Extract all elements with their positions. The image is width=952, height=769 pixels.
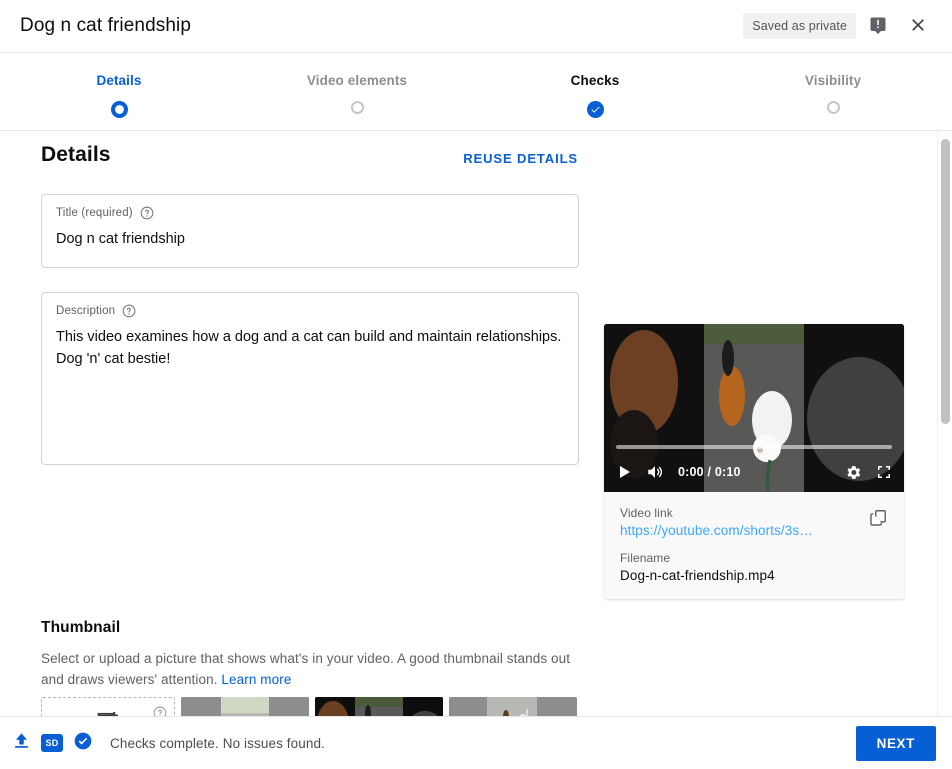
step-label-checks: Checks xyxy=(570,73,620,88)
help-circle-icon[interactable] xyxy=(153,706,167,716)
video-link-label: Video link xyxy=(620,506,673,520)
details-heading: Details xyxy=(41,143,111,166)
copy-link-button[interactable] xyxy=(862,504,894,536)
header-actions: Saved as private xyxy=(743,8,936,44)
thumbnail-option-2[interactable] xyxy=(315,697,443,716)
close-button[interactable] xyxy=(900,8,936,44)
gear-icon[interactable] xyxy=(845,464,862,481)
dialog-footer: SD Checks complete. No issues found. NEX… xyxy=(0,716,952,769)
video-player[interactable]: 0:00 / 0:10 xyxy=(604,324,904,492)
feedback-button[interactable] xyxy=(860,8,896,44)
step-visibility[interactable]: Visibility xyxy=(714,73,952,118)
upload-arrow-icon xyxy=(12,731,31,755)
details-panel: Details REUSE DETAILS Title (required) D… xyxy=(0,131,930,716)
video-preview-panel: 0:00 / 0:10 Video link https://youtube.c… xyxy=(604,324,904,599)
body-scrollbar[interactable] xyxy=(937,131,952,716)
video-meta: Video link https://youtube.com/shorts/3s… xyxy=(604,492,904,599)
volume-icon[interactable] xyxy=(646,463,664,481)
thumbnail-description: Select or upload a picture that shows wh… xyxy=(41,649,586,690)
status-badge: Saved as private xyxy=(743,13,856,39)
step-video-elements[interactable]: Video elements xyxy=(238,73,476,118)
dialog-body: Details REUSE DETAILS Title (required) D… xyxy=(0,131,952,716)
upload-dialog: Dog n cat friendship Saved as private De… xyxy=(0,0,952,769)
help-circle-icon[interactable] xyxy=(140,206,154,220)
step-check-icon xyxy=(586,101,604,118)
feedback-exclamation-icon xyxy=(869,16,887,37)
title-field-label: Title (required) xyxy=(56,207,133,219)
upload-thumbnail-button[interactable]: Upload thumbnail xyxy=(41,697,175,716)
scrollbar-thumb[interactable] xyxy=(941,139,950,424)
step-dot-checks[interactable] xyxy=(586,101,604,118)
filename-value: Dog-n-cat-friendship.mp4 xyxy=(620,568,775,583)
video-quality-badge: SD xyxy=(41,734,63,752)
thumbnail-heading: Thumbnail xyxy=(41,619,121,636)
description-input[interactable]: Description This video examines how a do… xyxy=(41,292,579,465)
stepper-labels: Details Video elements Checks Visibility xyxy=(0,73,952,118)
fullscreen-icon[interactable] xyxy=(876,464,892,480)
footer-status-text: Checks complete. No issues found. xyxy=(110,735,325,751)
step-label-details: Details xyxy=(96,73,142,88)
copy-icon xyxy=(869,508,888,532)
close-icon xyxy=(908,15,928,38)
step-checks[interactable]: Checks xyxy=(476,73,714,118)
title-field-value: Dog n cat friendship xyxy=(56,231,185,247)
next-button[interactable]: NEXT xyxy=(855,725,936,761)
step-label-visibility: Visibility xyxy=(804,73,862,88)
dialog-header: Dog n cat friendship Saved as private xyxy=(0,0,952,53)
title-input[interactable]: Title (required) Dog n cat friendship xyxy=(41,194,579,268)
filename-label: Filename xyxy=(620,551,671,565)
upload-stepper: Details Video elements Checks Visibility xyxy=(0,53,952,160)
step-label-video-elements: Video elements xyxy=(306,73,408,88)
help-circle-icon[interactable] xyxy=(122,304,136,318)
thumbnail-description-text: Select or upload a picture that shows wh… xyxy=(41,651,571,687)
footer-status-icons: SD xyxy=(12,731,93,756)
thumbnail-option-3[interactable] xyxy=(449,697,577,716)
video-time-display: 0:00 / 0:10 xyxy=(678,465,741,479)
step-dot-details[interactable] xyxy=(110,101,128,118)
step-dot-video-elements[interactable] xyxy=(350,101,364,114)
thumbnail-learn-more-link[interactable]: Learn more xyxy=(221,672,291,687)
description-field-value: This video examines how a dog and a cat … xyxy=(56,329,566,367)
video-controls: 0:00 / 0:10 xyxy=(604,452,904,492)
check-circle-icon xyxy=(73,731,93,756)
step-details[interactable]: Details xyxy=(0,73,238,118)
step-dot-visibility[interactable] xyxy=(826,101,840,114)
play-icon[interactable] xyxy=(616,464,632,480)
description-field-label: Description xyxy=(56,305,116,317)
thumbnail-option-1[interactable] xyxy=(181,697,309,716)
reuse-details-link[interactable]: REUSE DETAILS xyxy=(463,151,578,166)
video-progress-bar[interactable] xyxy=(616,445,892,449)
thumbnail-options: Upload thumbnail xyxy=(41,697,577,716)
video-link[interactable]: https://youtube.com/shorts/3s… xyxy=(620,523,888,538)
page-title: Dog n cat friendship xyxy=(20,15,191,36)
